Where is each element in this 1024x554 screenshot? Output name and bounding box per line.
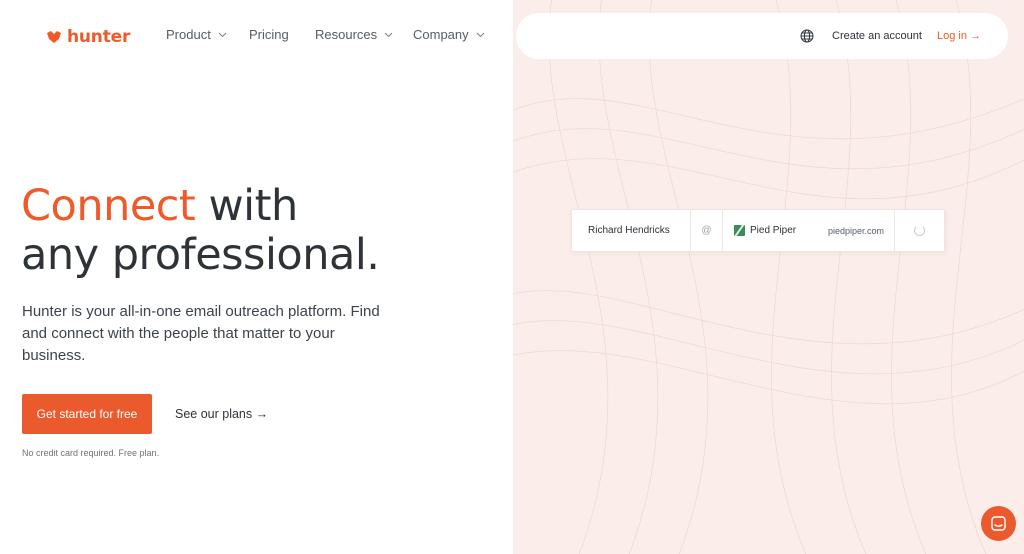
logo-text: hunter (67, 27, 131, 47)
demo-name-field: Richard Hendricks (572, 210, 691, 251)
chevron-down-icon (476, 32, 485, 37)
see-plans-link[interactable]: See our plans → (175, 407, 268, 421)
globe-icon[interactable] (800, 29, 814, 43)
nav-item-label: Product (166, 27, 211, 42)
email-finder-demo-card: Richard Hendricks @ Pied Piper piedpiper… (571, 209, 946, 252)
chevron-down-icon (384, 32, 393, 37)
wave-lines-decoration (513, 0, 1024, 554)
create-account-link[interactable]: Create an account (832, 30, 922, 42)
nav-item-label: Pricing (249, 27, 289, 42)
demo-at-separator: @ (691, 210, 723, 251)
hero-subcopy: Hunter is your all-in-one email outreach… (22, 303, 380, 364)
nav-item-pricing[interactable]: Pricing (249, 27, 289, 42)
chevron-down-icon (218, 32, 227, 37)
fox-logo-icon (47, 31, 61, 43)
no-credit-card-note: No credit card required. Free plan. (22, 448, 160, 458)
demo-name: Richard Hendricks (588, 225, 670, 236)
hero-illustration-background (513, 0, 1024, 554)
nav-item-label: Resources (315, 27, 378, 42)
nav-item-label: Company (413, 27, 469, 42)
chat-launcher-button[interactable] (981, 506, 1016, 541)
hero-headline: Connect with any professional. (21, 181, 380, 280)
demo-status (895, 210, 945, 251)
company-logo-icon (734, 225, 745, 236)
headline-line2: any professional. (21, 230, 380, 280)
nav-item-product[interactable]: Product (166, 27, 227, 42)
header-actions-bar (516, 13, 1008, 59)
chat-icon (991, 516, 1006, 531)
get-started-button[interactable]: Get started for free (22, 394, 152, 434)
login-link[interactable]: Log in → (937, 30, 981, 42)
demo-company-field: Pied Piper piedpiper.com (723, 210, 895, 251)
loading-spinner-icon (914, 225, 925, 236)
demo-company: Pied Piper (750, 225, 797, 236)
demo-domain: piedpiper.com (827, 225, 884, 236)
headline-line1-rest: with (195, 181, 298, 231)
hunter-logo[interactable]: hunter (46, 26, 130, 48)
headline-accent: Connect (21, 181, 196, 231)
nav-item-resources[interactable]: Resources (315, 27, 393, 42)
at-symbol: @ (701, 225, 712, 236)
nav-item-company[interactable]: Company (413, 27, 485, 42)
